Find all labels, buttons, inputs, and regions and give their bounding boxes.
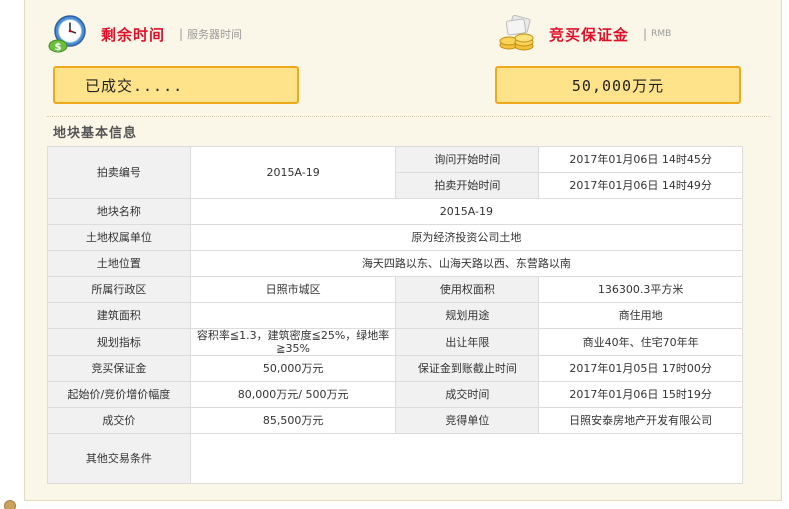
auction-no-value: 2015A-19: [189, 146, 397, 199]
table-row: 拍卖编号 2015A-19 询问开始时间 2017年01月06日 14时45分: [47, 146, 743, 199]
deposit-title: 竞买保证金: [549, 25, 630, 44]
deposit-amount-box: 50,000万元: [495, 66, 741, 104]
other-conditions-label: 其他交易条件: [47, 433, 191, 484]
inquiry-start-label: 询问开始时间: [395, 146, 540, 173]
table-row: 所属行政区 日照市城区 使用权面积 136300.3平方米: [47, 276, 743, 303]
coins-icon: [497, 14, 537, 53]
winner-label: 竞得单位: [395, 407, 540, 434]
parcel-info-table: 拍卖编号 2015A-19 询问开始时间 2017年01月06日 14时45分 …: [47, 146, 744, 484]
auction-no-label: 拍卖编号: [47, 146, 191, 199]
deposit-deadline-value: 2017年01月05日 17时00分: [538, 355, 743, 382]
deposit-label: 竞买保证金: [47, 355, 191, 382]
planned-use-value: 商住用地: [538, 302, 743, 329]
parcel-name-label: 地块名称: [47, 198, 191, 225]
use-area-label: 使用权面积: [395, 276, 540, 303]
section-title: 地块基本信息: [53, 126, 138, 141]
term-label: 出让年限: [395, 328, 540, 356]
table-row: 起始价/竞价增价幅度 80,000万元/ 500万元 成交时间 2017年01月…: [47, 381, 743, 408]
auction-info-panel: $ 剩余时间 | 服务器时间 竞买保证金 | RMB 已成交..... 50,0…: [24, 0, 782, 501]
parcel-name-value: 2015A-19: [189, 198, 744, 225]
planned-use-label: 规划用途: [395, 302, 540, 329]
term-value: 商业40年、住宅70年年: [538, 328, 743, 356]
remaining-time-title: 剩余时间: [101, 25, 166, 44]
district-label: 所属行政区: [47, 276, 191, 303]
use-area-value: 136300.3平方米: [538, 276, 743, 303]
deposit-header: 竞买保证金 | RMB: [497, 12, 671, 56]
auction-status-box: 已成交.....: [53, 66, 299, 104]
start-price-value: 80,000万元/ 500万元: [189, 381, 397, 408]
svg-text:$: $: [55, 42, 62, 53]
table-row: 土地位置 海天四路以东、山海天路以西、东营路以南: [47, 250, 744, 277]
table-row: 成交价 85,500万元 竞得单位 日照安泰房地产开发有限公司: [47, 407, 743, 434]
clock-money-icon: $: [47, 13, 89, 55]
winner-value: 日照安泰房地产开发有限公司: [538, 407, 743, 434]
planning-label: 规划指标: [47, 328, 191, 356]
inquiry-start-value: 2017年01月06日 14时45分: [538, 146, 743, 173]
table-row: 建筑面积 规划用途 商住用地: [47, 302, 743, 329]
planning-value: 容积率≦1.3，建筑密度≦25%，绿地率≧35%: [189, 328, 397, 356]
auction-start-value: 2017年01月06日 14时49分: [538, 172, 743, 199]
other-conditions-value: [189, 433, 744, 484]
location-value: 海天四路以东、山海天路以西、东营路以南: [189, 250, 744, 277]
table-row: 其他交易条件: [47, 433, 744, 484]
start-price-label: 起始价/竞价增价幅度: [47, 381, 191, 408]
table-row: 地块名称 2015A-19: [47, 198, 744, 225]
deal-price-value: 85,500万元: [189, 407, 397, 434]
owner-value: 原为经济投资公司土地: [189, 224, 744, 251]
table-row: 规划指标 容积率≦1.3，建筑密度≦25%，绿地率≧35% 出让年限 商业40年…: [47, 328, 743, 356]
header-separator: |: [643, 27, 648, 41]
server-time-label: 服务器时间: [187, 28, 243, 41]
header-separator: |: [179, 27, 184, 41]
table-row: 竞买保证金 50,000万元 保证金到账截止时间 2017年01月05日 17时…: [47, 355, 743, 382]
deposit-deadline-label: 保证金到账截止时间: [395, 355, 540, 382]
auction-start-label: 拍卖开始时间: [395, 172, 540, 199]
deposit-value: 50,000万元: [189, 355, 397, 382]
deal-time-value: 2017年01月06日 15时19分: [538, 381, 743, 408]
location-label: 土地位置: [47, 250, 191, 277]
build-area-label: 建筑面积: [47, 302, 191, 329]
remaining-time-header: $ 剩余时间 | 服务器时间: [47, 12, 242, 56]
table-row: 土地权属单位 原为经济投资公司土地: [47, 224, 744, 251]
deal-price-label: 成交价: [47, 407, 191, 434]
deal-time-label: 成交时间: [395, 381, 540, 408]
section-divider: [47, 116, 771, 117]
district-value: 日照市城区: [189, 276, 397, 303]
build-area-value: [189, 302, 397, 329]
decorative-dot-icon: [4, 500, 16, 509]
currency-label: RMB: [651, 29, 672, 39]
owner-label: 土地权属单位: [47, 224, 191, 251]
